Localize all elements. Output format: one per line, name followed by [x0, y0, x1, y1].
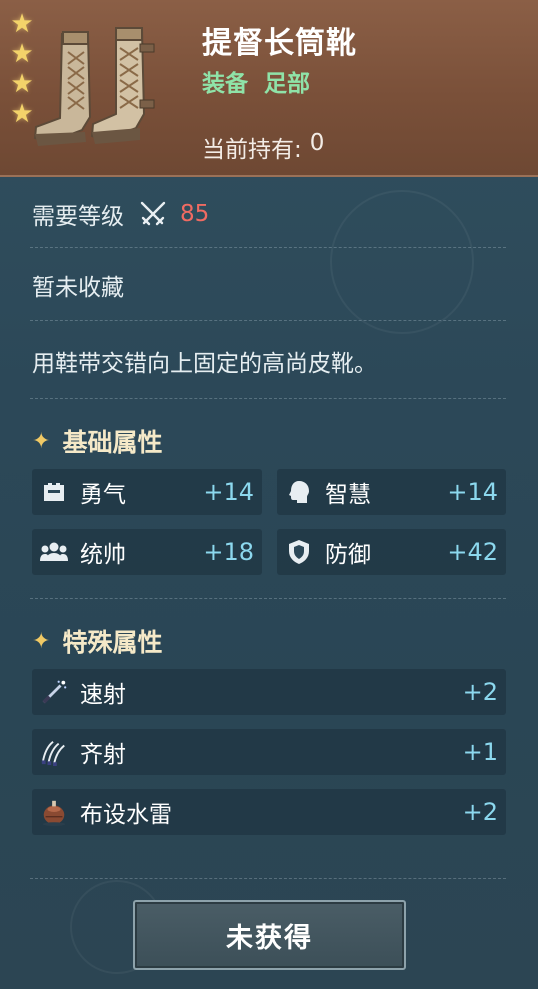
holding-value: 0	[309, 130, 325, 156]
shield-icon	[285, 538, 313, 566]
rapid-fire-icon	[40, 678, 68, 706]
basic-attributes-title: ✦ 基础属性	[32, 423, 162, 459]
stat-value: +42	[447, 538, 498, 566]
item-detail-panel: ★ ★ ★ ★ 提督长筒靴 装备 足部 当前持有: 0 需要等级 85 暂未收藏…	[0, 0, 538, 989]
skill-value: +2	[462, 798, 498, 826]
background-emblem	[330, 190, 474, 334]
holding-count: 当前持有: 0	[202, 130, 324, 164]
stat-label: 统帅	[80, 542, 126, 568]
group-icon	[40, 538, 68, 566]
stat-value: +14	[447, 478, 498, 506]
level-requirement-label: 需要等级	[32, 204, 124, 230]
skill-value: +2	[462, 678, 498, 706]
stat-defense: 防御 +42	[277, 529, 506, 575]
stat-wisdom: 智慧 +14	[277, 469, 506, 515]
special-attributes-title: ✦ 特殊属性	[32, 623, 162, 659]
level-requirement: 需要等级 85	[32, 197, 209, 231]
skill-value: +1	[462, 738, 498, 766]
stat-command: 统帅 +18	[32, 529, 262, 575]
item-category: 装备 足部	[202, 64, 310, 98]
category-type: 装备	[202, 71, 248, 97]
category-slot: 足部	[264, 71, 310, 97]
divider	[30, 398, 506, 399]
stat-label: 勇气	[80, 482, 126, 508]
stat-value: +18	[203, 538, 254, 566]
skill-rapid-fire: 速射 +2	[32, 669, 506, 715]
stat-value: +14	[203, 478, 254, 506]
item-description: 用鞋带交错向上固定的高尚皮靴。	[32, 351, 377, 377]
divider	[30, 247, 506, 248]
volley-icon	[40, 738, 68, 766]
holding-label: 当前持有:	[202, 137, 302, 163]
skill-label: 齐射	[80, 742, 126, 768]
crossed-swords-icon	[140, 201, 166, 226]
sparkle-icon: ✦	[32, 428, 51, 454]
divider	[30, 598, 506, 599]
item-header: ★ ★ ★ ★ 提督长筒靴 装备 足部 当前持有: 0	[0, 0, 538, 177]
banner-icon	[40, 478, 68, 506]
skill-volley: 齐射 +1	[32, 729, 506, 775]
skill-label: 速射	[80, 682, 126, 708]
basic-attributes-label: 基础属性	[62, 428, 163, 457]
special-attributes-label: 特殊属性	[62, 628, 163, 657]
stat-label: 防御	[325, 542, 371, 568]
sea-mine-icon	[40, 798, 68, 826]
leather-boots-icon	[33, 27, 155, 146]
divider	[30, 878, 506, 879]
stat-courage: 勇气 +14	[32, 469, 262, 515]
stat-label: 智慧	[325, 482, 371, 508]
collection-status: 暂未收藏	[32, 275, 124, 301]
required-level: 85	[180, 201, 210, 227]
head-icon	[285, 478, 313, 506]
skill-label: 布设水雷	[80, 802, 172, 828]
item-name: 提督长筒靴	[202, 26, 357, 61]
divider	[30, 320, 506, 321]
sparkle-icon: ✦	[32, 628, 51, 654]
skill-lay-sea-mines: 布设水雷 +2	[32, 789, 506, 835]
not-obtained-button[interactable]: 未获得	[133, 900, 406, 970]
